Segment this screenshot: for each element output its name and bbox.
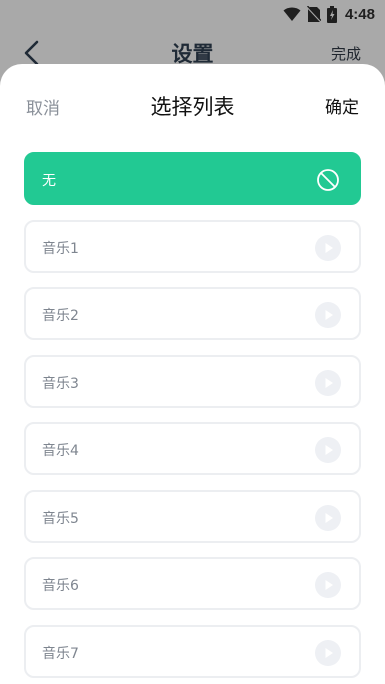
status-bar: 4:48: [0, 0, 385, 28]
play-icon[interactable]: [315, 234, 341, 261]
list-item-music-1[interactable]: 音乐1: [24, 219, 361, 273]
status-time: 4:48: [344, 5, 375, 23]
list-item-label: 音乐5: [42, 510, 79, 527]
no-sim-icon: [306, 5, 321, 23]
play-icon[interactable]: [315, 639, 341, 666]
play-icon[interactable]: [315, 504, 341, 531]
list-item-label: 音乐3: [42, 375, 79, 392]
select-list-sheet: 取消 选择列表 确定 无 音乐1 音乐2 音乐3 音乐4 音乐5 音乐6 音乐7: [0, 64, 385, 684]
list-item-label: 音乐7: [42, 645, 79, 662]
music-list: 无 音乐1 音乐2 音乐3 音乐4 音乐5 音乐6 音乐7: [24, 152, 361, 684]
list-item-music-4[interactable]: 音乐4: [24, 422, 361, 475]
confirm-button[interactable]: 确定: [325, 93, 359, 118]
done-button[interactable]: 完成: [331, 43, 361, 64]
list-item-label: 音乐2: [42, 308, 79, 324]
list-item-label: 音乐1: [42, 240, 79, 257]
list-item-label: 音乐6: [42, 578, 79, 594]
list-item-label: 音乐4: [42, 443, 79, 459]
list-item-label: 无: [42, 173, 56, 189]
list-item-music-2[interactable]: 音乐2: [24, 287, 361, 340]
play-icon[interactable]: [315, 369, 341, 396]
list-item-music-5[interactable]: 音乐5: [24, 489, 361, 543]
ban-icon: [317, 169, 339, 191]
list-item-music-6[interactable]: 音乐6: [24, 557, 361, 610]
status-icons: 4:48: [283, 4, 375, 24]
list-item-music-7[interactable]: 音乐7: [24, 624, 361, 678]
play-icon[interactable]: [315, 572, 341, 598]
sheet-header: 取消 选择列表 确定: [0, 64, 385, 144]
list-item-none[interactable]: 无: [24, 152, 361, 205]
list-item-music-3[interactable]: 音乐3: [24, 354, 361, 408]
play-icon[interactable]: [315, 437, 341, 463]
wifi-icon: [283, 7, 301, 21]
play-icon[interactable]: [315, 302, 341, 328]
battery-icon: [326, 5, 337, 23]
